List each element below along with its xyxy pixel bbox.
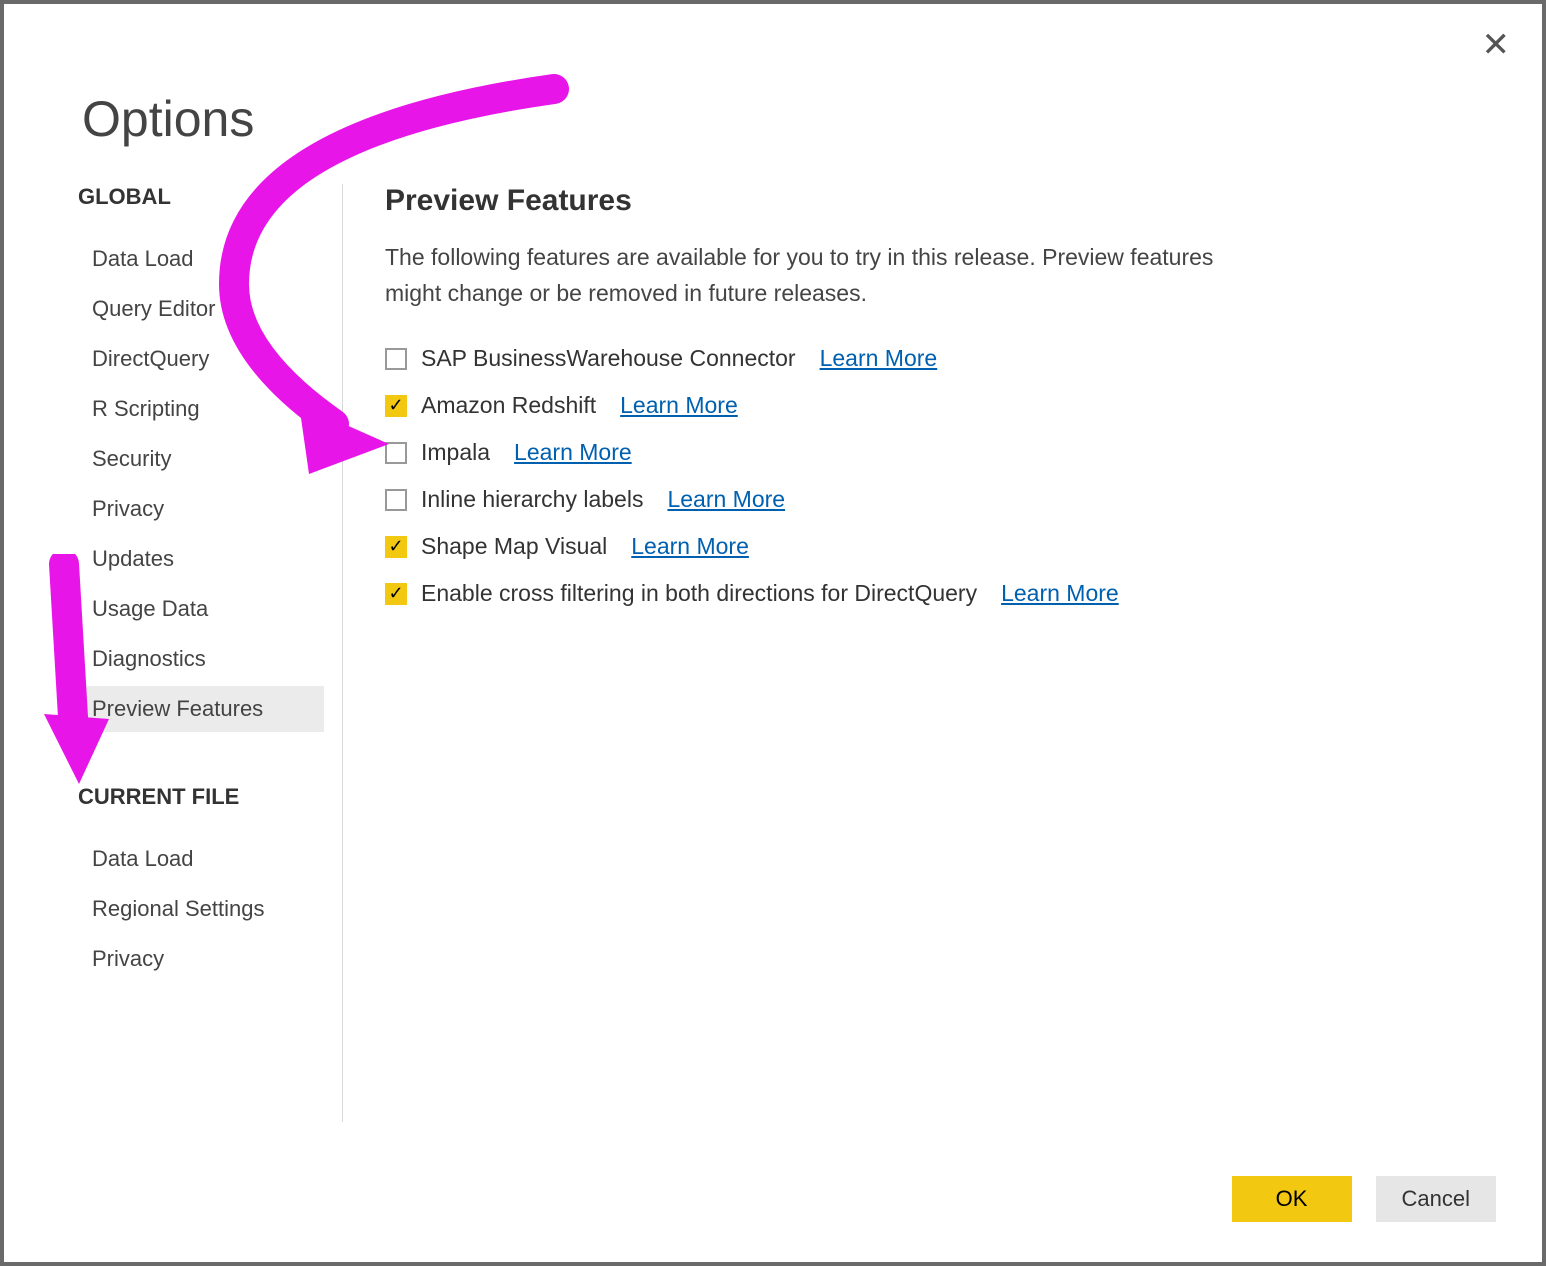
feature-shape-map: ✓ Shape Map Visual Learn More <box>385 533 1512 560</box>
content-description: The following features are available for… <box>385 240 1215 311</box>
feature-label: SAP BusinessWarehouse Connector <box>421 345 796 372</box>
feature-label: Shape Map Visual <box>421 533 607 560</box>
feature-label: Inline hierarchy labels <box>421 486 643 513</box>
learn-more-link[interactable]: Learn More <box>1001 580 1119 607</box>
options-dialog: ✕ Options GLOBAL Data Load Query Editor … <box>0 0 1546 1266</box>
learn-more-link[interactable]: Learn More <box>514 439 632 466</box>
checkbox-inline-hierarchy[interactable] <box>385 489 407 511</box>
sidebar-item-data-load[interactable]: Data Load <box>78 236 324 282</box>
sidebar-item-cf-privacy[interactable]: Privacy <box>78 936 324 982</box>
checkbox-shape-map[interactable]: ✓ <box>385 536 407 558</box>
content-heading: Preview Features <box>385 184 1512 218</box>
learn-more-link[interactable]: Learn More <box>620 392 738 419</box>
checkbox-amazon-redshift[interactable]: ✓ <box>385 395 407 417</box>
learn-more-link[interactable]: Learn More <box>631 533 749 560</box>
sidebar-item-cf-regional[interactable]: Regional Settings <box>78 886 324 932</box>
cancel-button[interactable]: Cancel <box>1376 1176 1496 1222</box>
sidebar-head-current-file: CURRENT FILE <box>78 784 324 810</box>
dialog-title: Options <box>82 90 254 148</box>
learn-more-link[interactable]: Learn More <box>667 486 785 513</box>
feature-sap-bw: SAP BusinessWarehouse Connector Learn Mo… <box>385 345 1512 372</box>
ok-button[interactable]: OK <box>1232 1176 1352 1222</box>
feature-label: Impala <box>421 439 490 466</box>
sidebar-item-diagnostics[interactable]: Diagnostics <box>78 636 324 682</box>
feature-label: Enable cross filtering in both direction… <box>421 580 977 607</box>
checkbox-sap-bw[interactable] <box>385 348 407 370</box>
feature-inline-hierarchy: Inline hierarchy labels Learn More <box>385 486 1512 513</box>
sidebar-item-r-scripting[interactable]: R Scripting <box>78 386 324 432</box>
sidebar-item-usage-data[interactable]: Usage Data <box>78 586 324 632</box>
content-pane: Preview Features The following features … <box>343 184 1512 1122</box>
checkbox-crossfilter-dq[interactable]: ✓ <box>385 583 407 605</box>
sidebar-item-security[interactable]: Security <box>78 436 324 482</box>
feature-amazon-redshift: ✓ Amazon Redshift Learn More <box>385 392 1512 419</box>
learn-more-link[interactable]: Learn More <box>820 345 938 372</box>
feature-label: Amazon Redshift <box>421 392 596 419</box>
sidebar-item-cf-data-load[interactable]: Data Load <box>78 836 324 882</box>
sidebar-item-updates[interactable]: Updates <box>78 536 324 582</box>
dialog-body: GLOBAL Data Load Query Editor DirectQuer… <box>78 184 1512 1122</box>
sidebar-head-global: GLOBAL <box>78 184 324 210</box>
sidebar-item-preview-features[interactable]: Preview Features <box>78 686 324 732</box>
dialog-footer: OK Cancel <box>1232 1176 1496 1222</box>
checkbox-impala[interactable] <box>385 442 407 464</box>
close-icon[interactable]: ✕ <box>1482 28 1511 62</box>
sidebar-item-query-editor[interactable]: Query Editor <box>78 286 324 332</box>
feature-impala: Impala Learn More <box>385 439 1512 466</box>
feature-crossfilter-dq: ✓ Enable cross filtering in both directi… <box>385 580 1512 607</box>
sidebar: GLOBAL Data Load Query Editor DirectQuer… <box>78 184 343 1122</box>
sidebar-item-directquery[interactable]: DirectQuery <box>78 336 324 382</box>
sidebar-item-privacy[interactable]: Privacy <box>78 486 324 532</box>
